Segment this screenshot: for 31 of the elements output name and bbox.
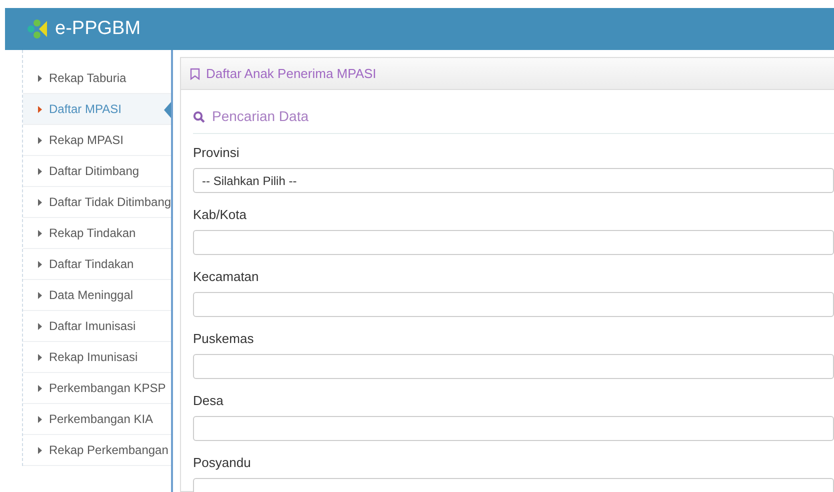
caret-icon: [38, 168, 42, 176]
caret-icon: [38, 75, 42, 82]
active-pointer-icon: [164, 102, 171, 118]
app-name: e-PPGBM: [55, 16, 141, 41]
caret-icon: [38, 354, 42, 362]
search-icon: [193, 110, 205, 122]
caret-icon: [38, 199, 42, 206]
caret-icon: [38, 416, 42, 424]
field-label: Kab/Kota: [193, 206, 248, 224]
caret-icon: [38, 292, 42, 300]
caret-icon: [38, 137, 42, 144]
input-field[interactable]: [193, 292, 834, 317]
caret-icon: [38, 323, 42, 330]
panel-title: Daftar Anak Penerima MPASI: [206, 64, 376, 83]
select-field[interactable]: -- Silahkan Pilih --: [193, 168, 834, 193]
caret-icon: [38, 106, 42, 114]
logo-icon: [27, 19, 49, 39]
field-label: Desa: [193, 392, 224, 410]
field-label: Puskemas: [193, 330, 255, 348]
input-field[interactable]: [193, 230, 834, 255]
section-title: Pencarian Data: [212, 107, 309, 126]
field-label: Posyandu: [193, 454, 252, 472]
input-field[interactable]: [193, 354, 834, 379]
caret-icon: [38, 385, 42, 392]
caret-icon: [38, 447, 42, 454]
field-label: Kecamatan: [193, 268, 260, 286]
caret-icon: [38, 230, 42, 238]
field-label: Provinsi: [193, 144, 240, 162]
input-field[interactable]: [193, 416, 834, 441]
bookmark-icon: [190, 68, 200, 80]
caret-icon: [38, 261, 42, 268]
